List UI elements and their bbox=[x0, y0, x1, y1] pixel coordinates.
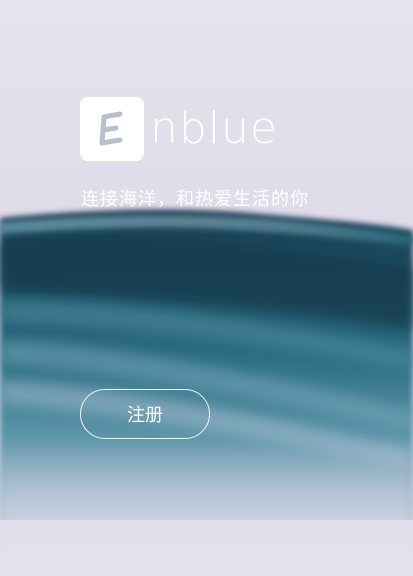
tagline: 连接海洋，和热爱生活的你 bbox=[81, 189, 309, 210]
brand-logo: nblue bbox=[80, 97, 278, 161]
ocean-wave-background bbox=[0, 0, 413, 576]
e-logo-icon bbox=[80, 97, 144, 161]
register-button[interactable]: 注册 bbox=[80, 389, 210, 439]
brand-wordmark: nblue bbox=[150, 103, 278, 154]
welcome-screen: nblue 连接海洋，和热爱生活的你 注册 bbox=[0, 0, 413, 576]
e-letter-glyph bbox=[99, 111, 123, 146]
